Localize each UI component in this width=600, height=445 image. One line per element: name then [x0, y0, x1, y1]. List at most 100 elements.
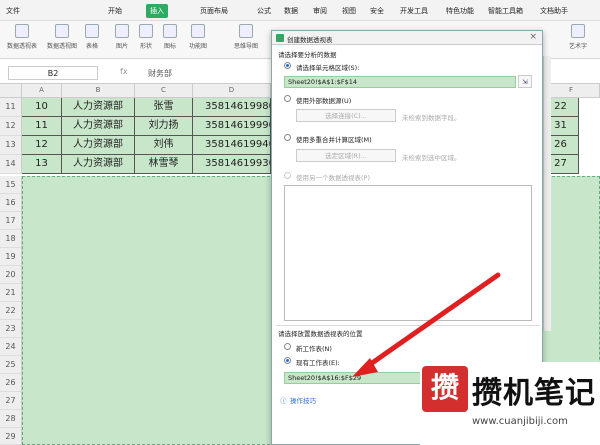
radio-multi-consolidation-label[interactable]: 使用多重合并计算区域(M)	[296, 134, 372, 144]
row-number[interactable]: 19	[0, 248, 22, 266]
no-area-note: 未检索到选中区域。	[402, 154, 461, 162]
radio-new-sheet-label[interactable]: 新工作表(N)	[296, 343, 332, 353]
close-icon[interactable]: ×	[529, 32, 537, 42]
vertical-scrollbar[interactable]	[543, 56, 551, 331]
pivot-chart-icon	[55, 24, 69, 38]
col-header-c[interactable]: C	[135, 84, 193, 98]
cell-d[interactable]: 35814619980	[193, 98, 271, 117]
corner-header[interactable]	[0, 84, 22, 98]
function-chart-icon	[191, 24, 205, 38]
cell-a[interactable]: 10	[22, 98, 62, 117]
cell-a[interactable]: 12	[22, 136, 62, 155]
section-placement: 请选择放置数据透视表的位置	[278, 330, 363, 338]
icons-icon	[163, 24, 177, 38]
watermark-text: 攒机笔记	[472, 376, 596, 411]
cell-b[interactable]: 人力资源部	[62, 136, 135, 155]
radio-cell-range-label[interactable]: 请选择单元格区域(S):	[296, 62, 359, 72]
cell-b[interactable]: 人力资源部	[62, 117, 135, 136]
fx-icon[interactable]: fx	[120, 67, 128, 76]
function-chart-button[interactable]: 功能图	[178, 24, 218, 50]
tab-smart-tools[interactable]: 智能工具箱	[488, 6, 523, 16]
choose-connection-button[interactable]: 选择连接(C)...	[296, 109, 396, 122]
source-range-input[interactable]: Sheet20!$A$1:$F$14	[284, 76, 516, 88]
cell-d[interactable]: 35814619990	[193, 117, 271, 136]
dialog-titlebar[interactable]: 创建数据透视表 ×	[272, 31, 542, 45]
select-area-button[interactable]: 选定区域(R)...	[296, 149, 396, 162]
tab-view[interactable]: 视图	[342, 6, 356, 16]
tab-review[interactable]: 审阅	[313, 6, 327, 16]
watermark-url: www.cuanjibiji.com	[472, 416, 568, 427]
row-number[interactable]: 16	[0, 194, 22, 212]
cell-b[interactable]: 人力资源部	[62, 155, 135, 174]
radio-existing-sheet-label[interactable]: 现有工作表(E):	[296, 357, 340, 367]
row-number[interactable]: 25	[0, 356, 22, 374]
row-number[interactable]: 28	[0, 410, 22, 428]
pivot-table-button[interactable]: 数据透视表	[2, 24, 42, 50]
mind-map-button[interactable]: 思维导图	[226, 24, 266, 50]
radio-multi-consolidation[interactable]	[284, 134, 291, 141]
radio-external-source-label[interactable]: 使用外部数据源(U)	[296, 95, 351, 105]
cell-b[interactable]: 人力资源部	[62, 98, 135, 117]
col-header-b[interactable]: B	[62, 84, 135, 98]
tab-features[interactable]: 特色功能	[446, 6, 474, 16]
tab-formula[interactable]: 公式	[257, 6, 271, 16]
col-header-f[interactable]: F	[543, 84, 600, 98]
cell-c[interactable]: 刘伟	[135, 136, 193, 155]
cell-c[interactable]: 林雪琴	[135, 155, 193, 174]
pivot-list-box[interactable]	[284, 185, 532, 321]
tab-start[interactable]: 开始	[108, 6, 122, 16]
radio-external-source[interactable]	[284, 95, 291, 102]
radio-new-sheet[interactable]	[284, 343, 291, 350]
row-number[interactable]: 29	[0, 428, 22, 445]
row-number[interactable]: 23	[0, 320, 22, 338]
col-header-a[interactable]: A	[22, 84, 62, 98]
radio-other-pivot[interactable]	[284, 172, 291, 179]
row-number[interactable]: 20	[0, 266, 22, 284]
row-number[interactable]: 14	[0, 155, 22, 174]
wordart-button[interactable]: 艺术字	[558, 24, 598, 50]
tab-doc-assistant[interactable]: 文档助手	[540, 6, 568, 16]
row-number[interactable]: 15	[0, 176, 22, 194]
tips-link[interactable]: 操作技巧	[290, 395, 316, 405]
cell-c[interactable]: 刘力扬	[135, 117, 193, 136]
cell-a[interactable]: 11	[22, 117, 62, 136]
row-number[interactable]: 27	[0, 392, 22, 410]
row-number[interactable]: 12	[0, 117, 22, 136]
menu-bar: 文件 开始 插入 页面布局 公式 数据 审阅 视图 安全 开发工具 特色功能 智…	[0, 0, 600, 21]
radio-existing-sheet[interactable]	[284, 357, 291, 364]
tab-developer[interactable]: 开发工具	[400, 6, 428, 16]
range-picker-icon[interactable]: ⇲	[518, 75, 532, 88]
site-watermark: 攒 攒机笔记 www.cuanjibiji.com	[420, 362, 600, 445]
watermark-logo: 攒	[422, 366, 468, 412]
col-header-d[interactable]: D	[193, 84, 271, 98]
row-number[interactable]: 21	[0, 284, 22, 302]
dialog-title: 创建数据透视表	[287, 36, 333, 44]
name-box[interactable]: B2	[8, 66, 98, 80]
formula-content[interactable]: 财务部	[148, 68, 172, 79]
table-icon	[85, 24, 99, 38]
tab-data[interactable]: 数据	[284, 6, 298, 16]
cell-d[interactable]: 35814619940	[193, 136, 271, 155]
file-menu[interactable]: 文件	[6, 6, 20, 16]
tab-security[interactable]: 安全	[370, 6, 384, 16]
cell-c[interactable]: 张雪	[135, 98, 193, 117]
wordart-icon	[571, 24, 585, 38]
row-number[interactable]: 13	[0, 136, 22, 155]
row-number[interactable]: 18	[0, 230, 22, 248]
wps-logo-icon	[276, 34, 284, 42]
separator	[276, 325, 540, 326]
tab-insert[interactable]: 插入	[146, 4, 168, 18]
row-number[interactable]: 24	[0, 338, 22, 356]
row-number[interactable]: 22	[0, 302, 22, 320]
cell-a[interactable]: 13	[22, 155, 62, 174]
pivot-table-icon	[15, 24, 29, 38]
help-icon[interactable]: ⓘ	[280, 395, 287, 405]
radio-cell-range[interactable]	[284, 62, 291, 69]
tab-page-layout[interactable]: 页面布局	[200, 6, 228, 16]
row-number[interactable]: 11	[0, 98, 22, 117]
mind-map-icon	[239, 24, 253, 38]
row-number[interactable]: 26	[0, 374, 22, 392]
radio-other-pivot-label[interactable]: 使用另一个数据透视表(P)	[296, 172, 370, 182]
row-number[interactable]: 17	[0, 212, 22, 230]
cell-d[interactable]: 35814619930	[193, 155, 271, 174]
